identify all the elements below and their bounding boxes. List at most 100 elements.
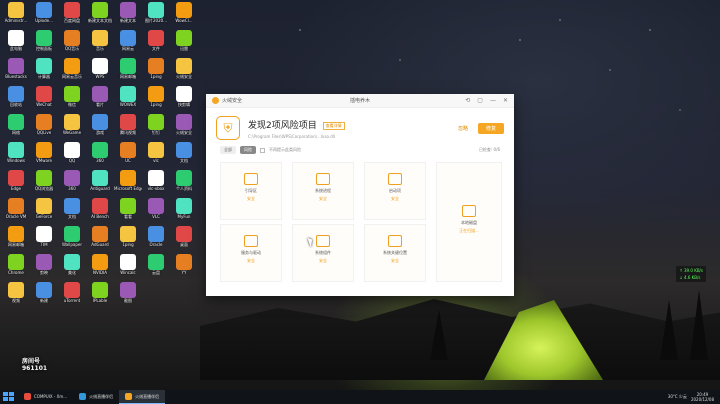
desktop-icon[interactable]: IPLable xyxy=(86,282,114,303)
desktop-icon[interactable]: 360 xyxy=(58,170,86,191)
filter-risk-tab[interactable]: 风险 xyxy=(240,146,256,154)
desktop-icon[interactable]: Wallpaper xyxy=(58,226,86,247)
desktop-icon[interactable]: Bluestacks xyxy=(2,58,30,79)
desktop-icon[interactable]: 美化 xyxy=(58,254,86,275)
desktop-icon[interactable]: 网络 xyxy=(2,114,30,135)
desktop-icon[interactable]: WeGame xyxy=(58,114,86,135)
window-titlebar[interactable]: 火绒安全 插电养木 ⟲ ▢ — ✕ xyxy=(206,94,514,108)
desktop-icon[interactable]: 文档 xyxy=(58,198,86,219)
desktop-icon[interactable]: Administr... xyxy=(2,2,30,23)
desktop-icon[interactable]: VLC xyxy=(142,198,170,219)
app-icon xyxy=(8,142,24,158)
desktop-icon[interactable]: 图片2020... xyxy=(142,2,170,23)
desktop-icon[interactable]: WowCl... xyxy=(170,2,198,23)
close-button[interactable]: ✕ xyxy=(503,97,508,104)
desktop-icon[interactable]: Microsoft Edge xyxy=(114,170,142,191)
desktop-icon[interactable]: 音乐 xyxy=(86,30,114,51)
desktop-icon[interactable]: 火绒安全 xyxy=(170,58,198,79)
desktop-icon[interactable]: 网易云音乐 xyxy=(58,58,86,79)
desktop-icon[interactable]: Wincalc xyxy=(114,254,142,275)
desktop-icon[interactable]: 百度网盘 xyxy=(58,2,86,23)
desktop-icon[interactable]: 网易邮箱 xyxy=(114,58,142,79)
desktop-icon[interactable]: 看看 xyxy=(114,198,142,219)
desktop-icon[interactable]: 迅雷 xyxy=(170,30,198,51)
desktop-icon[interactable]: 截图 xyxy=(114,282,142,303)
desktop-icon[interactable]: Oracle VM xyxy=(2,198,30,219)
desktop-icon[interactable]: AdGuard xyxy=(86,226,114,247)
desktop-icon[interactable]: 剪映 xyxy=(30,254,58,275)
taskbar-app-button[interactable]: 火绒直播伴侣 xyxy=(73,390,119,404)
desktop-icon[interactable]: 1ping xyxy=(142,58,170,79)
scan-category-card[interactable]: 引导区 安全 xyxy=(220,162,282,220)
scan-category-card[interactable]: 本地磁盘 正在扫描... xyxy=(436,162,502,282)
desktop-icon[interactable]: 网易云 xyxy=(114,30,142,51)
desktop-icon[interactable]: 1ping xyxy=(142,86,170,107)
scan-category-card[interactable]: 系统进程 安全 xyxy=(292,162,354,220)
desktop-icon[interactable]: 1ping xyxy=(114,226,142,247)
desktop-icon[interactable]: 360 xyxy=(86,142,114,163)
desktop-icon[interactable]: Chrome xyxy=(2,254,30,275)
desktop-icon[interactable]: 文档 xyxy=(170,142,198,163)
desktop-icon[interactable]: UC xyxy=(114,142,142,163)
scan-category-card[interactable]: 服务与驱动 安全 xyxy=(220,224,282,282)
desktop-icon[interactable]: Oracle xyxy=(142,226,170,247)
desktop-icon[interactable]: vlc xyxy=(142,142,170,163)
desktop-icon[interactable]: 云盘 xyxy=(142,254,170,275)
desktop-icon[interactable]: QQ xyxy=(58,142,86,163)
desktop-icon[interactable]: 新建文本 xyxy=(114,2,142,23)
desktop-icon[interactable]: 此电脑 xyxy=(2,30,30,51)
desktop-icon[interactable]: WeChat xyxy=(30,86,58,107)
minimize-button[interactable]: — xyxy=(490,97,496,104)
taskbar-app-button[interactable]: COMPUIX - Xm... xyxy=(18,390,73,404)
restore-icon[interactable]: ▢ xyxy=(477,97,483,104)
scan-category-card[interactable]: 系统组件 安全 xyxy=(292,224,354,282)
desktop-icon[interactable]: 快剪辑 xyxy=(170,86,198,107)
desktop-icon[interactable]: Uplode... xyxy=(30,2,58,23)
desktop-icon[interactable]: VMware xyxy=(30,142,58,163)
scan-category-card[interactable]: 启动项 安全 xyxy=(364,162,426,220)
clock[interactable]: 20:49 2020/12/08 xyxy=(691,392,714,402)
desktop-icon[interactable]: WPS xyxy=(86,58,114,79)
taskbar-app-button[interactable]: 火绒直播伴侣 xyxy=(119,390,166,404)
ignore-button[interactable]: 忽略 xyxy=(454,123,472,134)
desktop-icon[interactable]: AI Bench xyxy=(86,198,114,219)
desktop-icon[interactable]: vlc-xbox xyxy=(142,170,170,191)
desktop-icon[interactable]: YY xyxy=(170,254,198,275)
details-tag[interactable]: 查看详情 xyxy=(322,122,345,130)
desktop-icon[interactable]: uTorrent xyxy=(58,282,86,303)
desktop-icon[interactable]: 计算器 xyxy=(30,58,58,79)
desktop-icon[interactable]: 桌面 xyxy=(170,226,198,247)
desktop-icon[interactable]: QQ浏览器 xyxy=(30,170,58,191)
desktop-icon[interactable]: 钉钉 xyxy=(142,114,170,135)
desktop-icon[interactable]: NVIDIA xyxy=(86,254,114,275)
refresh-icon[interactable]: ⟲ xyxy=(465,97,470,104)
desktop-icon[interactable]: Edge xyxy=(2,170,30,191)
desktop-icon[interactable]: Antiguard xyxy=(86,170,114,191)
desktop-icon[interactable]: 新建文本文档 xyxy=(86,2,114,23)
desktop-icon[interactable]: 腾讯视频 xyxy=(114,114,142,135)
desktop-icon[interactable]: MyFun xyxy=(170,198,198,219)
desktop-icon[interactable]: 看片 xyxy=(86,86,114,107)
scan-category-card[interactable]: 系统关键位置 安全 xyxy=(364,224,426,282)
desktop-icon[interactable]: 回收站 xyxy=(2,86,30,107)
desktop-icon[interactable]: QQLive xyxy=(30,114,58,135)
fix-button[interactable]: 修复 xyxy=(477,122,504,134)
desktop-icon[interactable]: QQ音乐 xyxy=(58,30,86,51)
desktop-icon[interactable]: GeForce xyxy=(30,198,58,219)
desktop-icon[interactable]: 微信 xyxy=(58,86,86,107)
filter-all-tab[interactable]: 全部 xyxy=(220,146,236,154)
desktop-icon[interactable]: 新建 xyxy=(30,282,58,303)
desktop-icon[interactable]: 游戏 xyxy=(86,114,114,135)
desktop-icon[interactable]: 文件 xyxy=(142,30,170,51)
desktop-icon[interactable]: 网易邮箱 xyxy=(2,226,30,247)
desktop-icon[interactable]: 火绒安全 xyxy=(170,114,198,135)
desktop-icon[interactable]: 视频 xyxy=(2,282,30,303)
weather-widget[interactable]: 30°C 少云 xyxy=(668,394,687,400)
desktop-icon[interactable]: 控制面板 xyxy=(30,30,58,51)
dont-remind-checkbox[interactable] xyxy=(260,147,265,153)
desktop-icon[interactable]: TIM xyxy=(30,226,58,247)
desktop-icon[interactable]: WOWEX xyxy=(114,86,142,107)
desktop-icon[interactable]: 个人资料 xyxy=(170,170,198,191)
desktop-icon[interactable]: Windows xyxy=(2,142,30,163)
windows-start-icon[interactable] xyxy=(3,392,15,402)
